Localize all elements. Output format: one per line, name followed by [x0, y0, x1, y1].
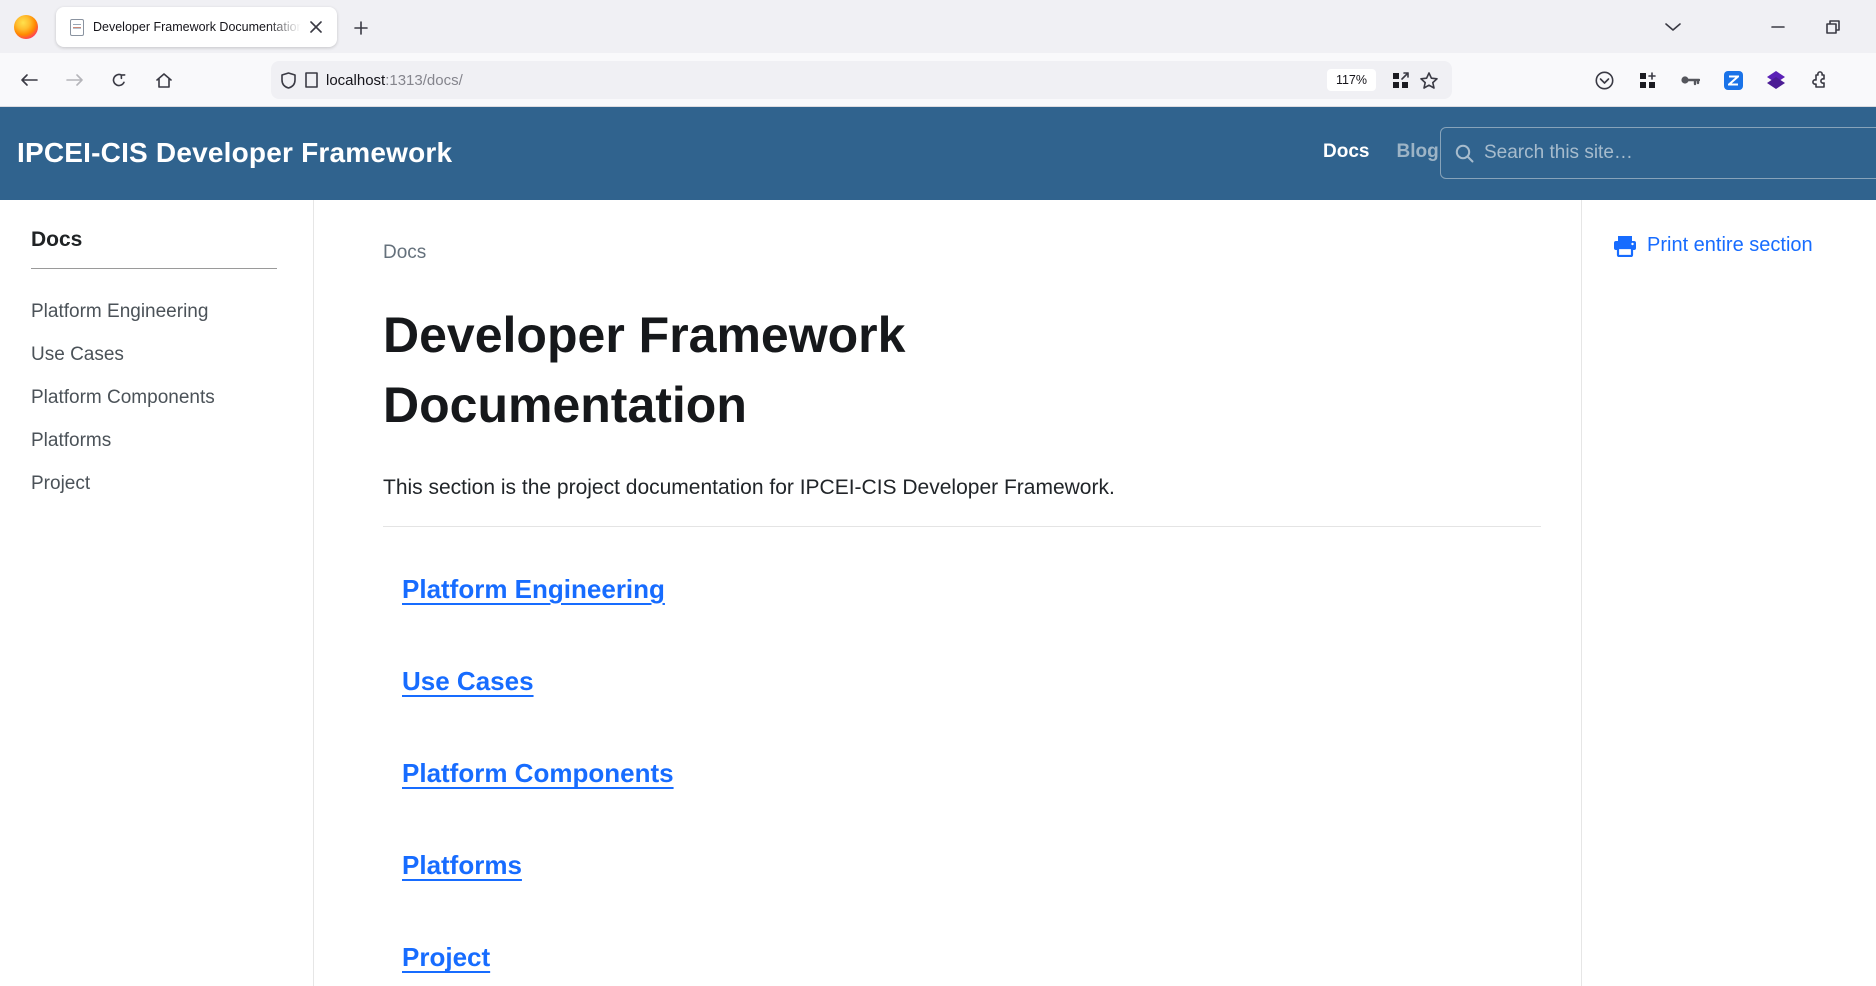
section-link-platform-engineering[interactable]: Platform Engineering	[402, 574, 665, 605]
site-search-box[interactable]	[1440, 127, 1876, 179]
site-nav: Docs Blog	[1323, 141, 1439, 163]
content-divider	[383, 526, 1541, 527]
main-content: Docs Developer Framework Documentation T…	[314, 200, 1581, 986]
bookmark-star-icon[interactable]	[1414, 66, 1444, 94]
sidebar-item-platforms[interactable]: Platforms	[31, 420, 293, 463]
sidebar-item-project[interactable]: Project	[31, 463, 293, 506]
sidebar-item-use-cases[interactable]: Use Cases	[31, 334, 293, 377]
print-section-label: Print entire section	[1647, 234, 1813, 257]
section-link-project[interactable]: Project	[402, 942, 490, 973]
back-button[interactable]	[13, 65, 45, 95]
sidebar-divider	[31, 268, 277, 269]
window-minimize-button[interactable]	[1763, 13, 1793, 41]
toolbar-extension-area	[1588, 65, 1876, 95]
section-link-platforms[interactable]: Platforms	[402, 850, 522, 881]
forward-button[interactable]	[59, 65, 91, 95]
browser-toolbar: localhost:1313/docs/ 117%	[0, 53, 1876, 107]
intro-paragraph: This section is the project documentatio…	[383, 476, 1541, 500]
page-title: Developer Framework Documentation	[383, 300, 1163, 440]
site-header: IPCEI-CIS Developer Framework Docs Blog	[0, 107, 1876, 200]
section-link-platform-components[interactable]: Platform Components	[402, 758, 674, 789]
nav-link-blog[interactable]: Blog	[1396, 141, 1438, 163]
docs-sidebar: Docs Platform Engineering Use Cases Plat…	[0, 200, 314, 986]
firefox-logo-icon[interactable]	[14, 15, 38, 39]
site-title[interactable]: IPCEI-CIS Developer Framework	[17, 137, 452, 169]
browser-tab-bar: Developer Framework Documentation	[0, 0, 1876, 53]
browser-tab-active[interactable]: Developer Framework Documentation	[56, 7, 337, 47]
zoom-level-indicator[interactable]: 117%	[1327, 69, 1376, 91]
pocket-icon[interactable]	[1588, 65, 1620, 95]
address-bar[interactable]: localhost:1313/docs/ 117%	[271, 61, 1452, 99]
page-favicon-icon	[70, 19, 84, 36]
extension-grid-arrow-icon[interactable]	[1386, 66, 1414, 94]
password-key-icon[interactable]	[1674, 65, 1706, 95]
search-input[interactable]	[1484, 142, 1844, 164]
breadcrumb[interactable]: Docs	[383, 242, 1541, 264]
tab-close-icon[interactable]	[305, 16, 327, 38]
url-path: :1313/docs/	[385, 72, 463, 89]
list-all-tabs-chevron-icon[interactable]	[1658, 13, 1688, 41]
page-info-icon[interactable]	[305, 72, 318, 88]
sidebar-item-platform-engineering[interactable]: Platform Engineering	[31, 291, 293, 334]
tab-title: Developer Framework Documentation	[93, 20, 305, 34]
extensions-puzzle-icon[interactable]	[1803, 65, 1835, 95]
url-text: localhost:1313/docs/	[326, 72, 1327, 89]
home-button[interactable]	[148, 65, 180, 95]
sidebar-heading[interactable]: Docs	[31, 228, 293, 252]
purple-layers-extension-icon[interactable]	[1760, 65, 1792, 95]
url-host: localhost	[326, 72, 385, 89]
section-link-use-cases[interactable]: Use Cases	[402, 666, 534, 697]
printer-icon	[1613, 235, 1637, 257]
extensions-grid-plus-icon[interactable]	[1631, 65, 1663, 95]
right-sidebar: Print entire section	[1581, 200, 1876, 986]
page-body: Docs Platform Engineering Use Cases Plat…	[0, 200, 1876, 986]
nav-link-docs[interactable]: Docs	[1323, 141, 1369, 163]
search-icon	[1455, 144, 1474, 163]
zotero-extension-icon[interactable]	[1717, 65, 1749, 95]
sidebar-item-platform-components[interactable]: Platform Components	[31, 377, 293, 420]
new-tab-button[interactable]	[348, 15, 374, 41]
reload-button[interactable]	[103, 65, 135, 95]
tracking-shield-icon[interactable]	[281, 72, 296, 89]
section-link-list: Platform Engineering Use Cases Platform …	[383, 574, 1541, 973]
print-section-link[interactable]: Print entire section	[1613, 234, 1866, 257]
window-restore-button[interactable]	[1818, 13, 1848, 41]
